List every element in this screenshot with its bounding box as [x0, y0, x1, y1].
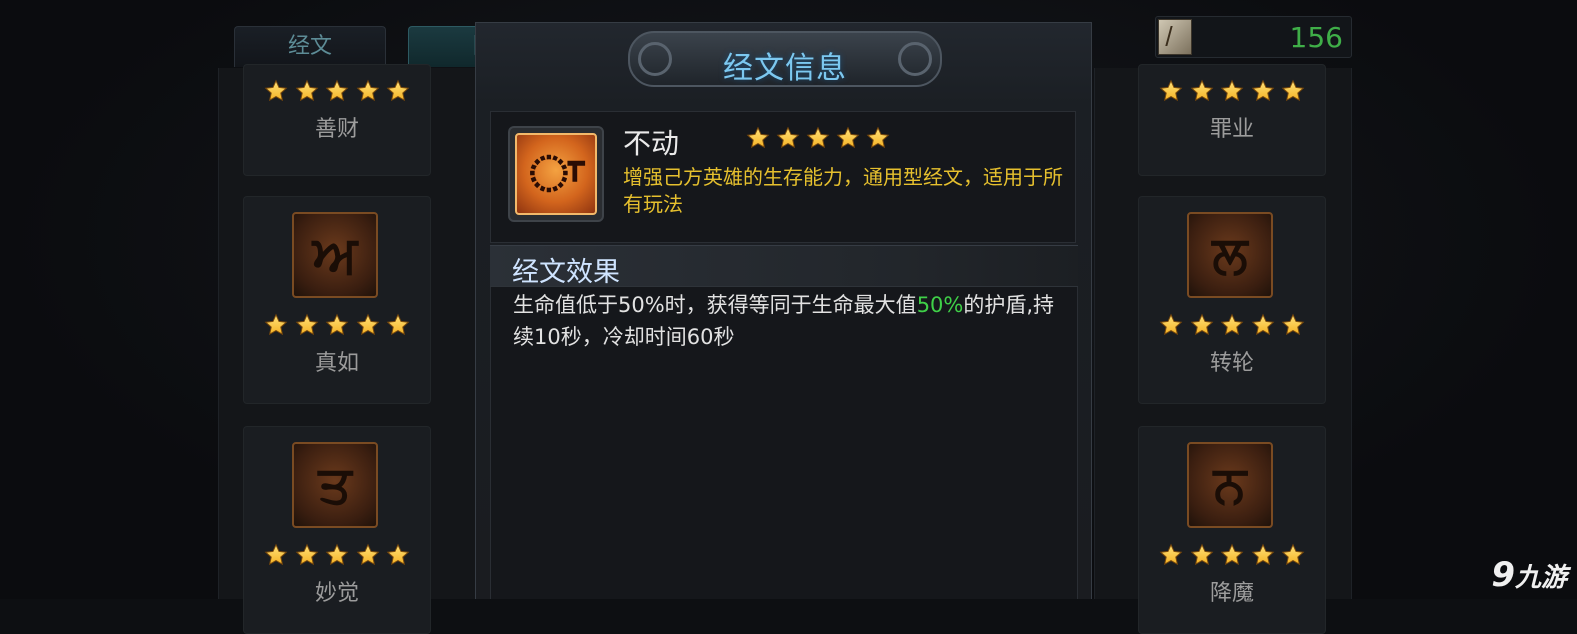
star-icon [1251, 543, 1275, 567]
star-icon [806, 126, 830, 150]
effect-highlight-value: 50% [916, 293, 964, 317]
star-rating [1159, 543, 1305, 567]
currency-amount: 156 [1289, 21, 1343, 54]
star-icon [836, 126, 860, 150]
star-icon [746, 126, 770, 150]
scripture-icon: ਅ [292, 212, 378, 298]
effect-section-title: 经文效果 [512, 257, 620, 288]
tab-scripture[interactable]: 经文 [234, 26, 386, 67]
star-icon [264, 79, 288, 103]
effect-section-header: 经文效果 [490, 245, 1078, 288]
star-icon [264, 313, 288, 337]
scripture-description: 增强己方英雄的生存能力，通用型经文，适用于所有玩法 [623, 165, 1063, 216]
scripture-info-modal: 经文信息 ਾ 不动 增强己方英雄的生存能力，通用型经文，适用于所有玩法 经文效果… [475, 22, 1092, 599]
star-icon [325, 543, 349, 567]
star-icon [1220, 79, 1244, 103]
modal-title-plate: 经文信息 [628, 31, 942, 87]
star-icon [1159, 79, 1183, 103]
star-icon [356, 543, 380, 567]
scripture-card[interactable]: ਅ 真如 [243, 196, 431, 404]
star-rating [1159, 79, 1305, 103]
watermark-logo: 9九游 [1491, 555, 1567, 595]
star-icon [295, 79, 319, 103]
scripture-name: 善财 [314, 117, 359, 142]
star-rating [264, 543, 410, 567]
effect-text-part: 生命值低于50%时，获得等同于生命最大值 [513, 293, 917, 317]
scripture-card[interactable]: ਲ 转轮 [1138, 196, 1326, 404]
currency-display: 156 [1155, 16, 1352, 58]
scripture-name: 罪业 [1209, 117, 1254, 142]
effect-description: 生命值低于50%时，获得等同于生命最大值50%的护盾,持续10秒，冷却时间60秒 [513, 289, 1073, 353]
scripture-icon: ਨ [1187, 442, 1273, 528]
star-icon [386, 79, 410, 103]
star-icon [295, 313, 319, 337]
star-icon [295, 543, 319, 567]
star-icon [325, 313, 349, 337]
scripture-icon: ਲ [1187, 212, 1273, 298]
star-rating [264, 313, 410, 337]
scripture-icon: ਾ [508, 126, 604, 222]
effect-section-body: 生命值低于50%时，获得等同于生命最大值50%的护盾,持续10秒，冷却时间60秒 [490, 287, 1078, 599]
scripture-summary: ਾ 不动 增强己方英雄的生存能力，通用型经文，适用于所有玩法 [490, 111, 1076, 243]
scripture-name: 降魔 [1209, 581, 1254, 606]
star-icon [1281, 79, 1305, 103]
scripture-card[interactable]: ਤ 妙觉 [243, 426, 431, 634]
scripture-card[interactable]: 罪业 [1138, 64, 1326, 176]
star-icon [1281, 543, 1305, 567]
star-icon [386, 313, 410, 337]
star-icon [1251, 313, 1275, 337]
star-icon [1251, 79, 1275, 103]
scripture-card[interactable]: 善财 [243, 64, 431, 176]
star-icon [264, 543, 288, 567]
right-scripture-panel: 罪业 ਲ 转轮 ਨ 降魔 [1094, 64, 1352, 634]
star-icon [1220, 543, 1244, 567]
scripture-glyph: ਾ [515, 133, 597, 215]
scripture-name: 真如 [314, 351, 359, 376]
star-icon [325, 79, 349, 103]
scripture-name: 不动 [623, 127, 680, 160]
scripture-name: 妙觉 [314, 581, 359, 606]
left-scripture-panel: 善财 ਅ 真如 ਤ 妙觉 [218, 64, 476, 634]
scripture-icon: ਤ [292, 442, 378, 528]
star-rating [746, 126, 890, 150]
star-icon [1220, 313, 1244, 337]
star-icon [356, 313, 380, 337]
star-icon [1281, 313, 1305, 337]
modal-title: 经文信息 [723, 51, 847, 86]
star-icon [1190, 543, 1214, 567]
star-icon [1159, 543, 1183, 567]
star-icon [1190, 313, 1214, 337]
star-rating [264, 79, 410, 103]
star-icon [776, 126, 800, 150]
star-icon [1159, 313, 1183, 337]
star-icon [1190, 79, 1214, 103]
scripture-name: 转轮 [1209, 351, 1254, 376]
star-icon [866, 126, 890, 150]
star-icon [356, 79, 380, 103]
star-icon [386, 543, 410, 567]
scroll-icon [1158, 19, 1192, 55]
star-rating [1159, 313, 1305, 337]
scripture-card[interactable]: ਨ 降魔 [1138, 426, 1326, 634]
